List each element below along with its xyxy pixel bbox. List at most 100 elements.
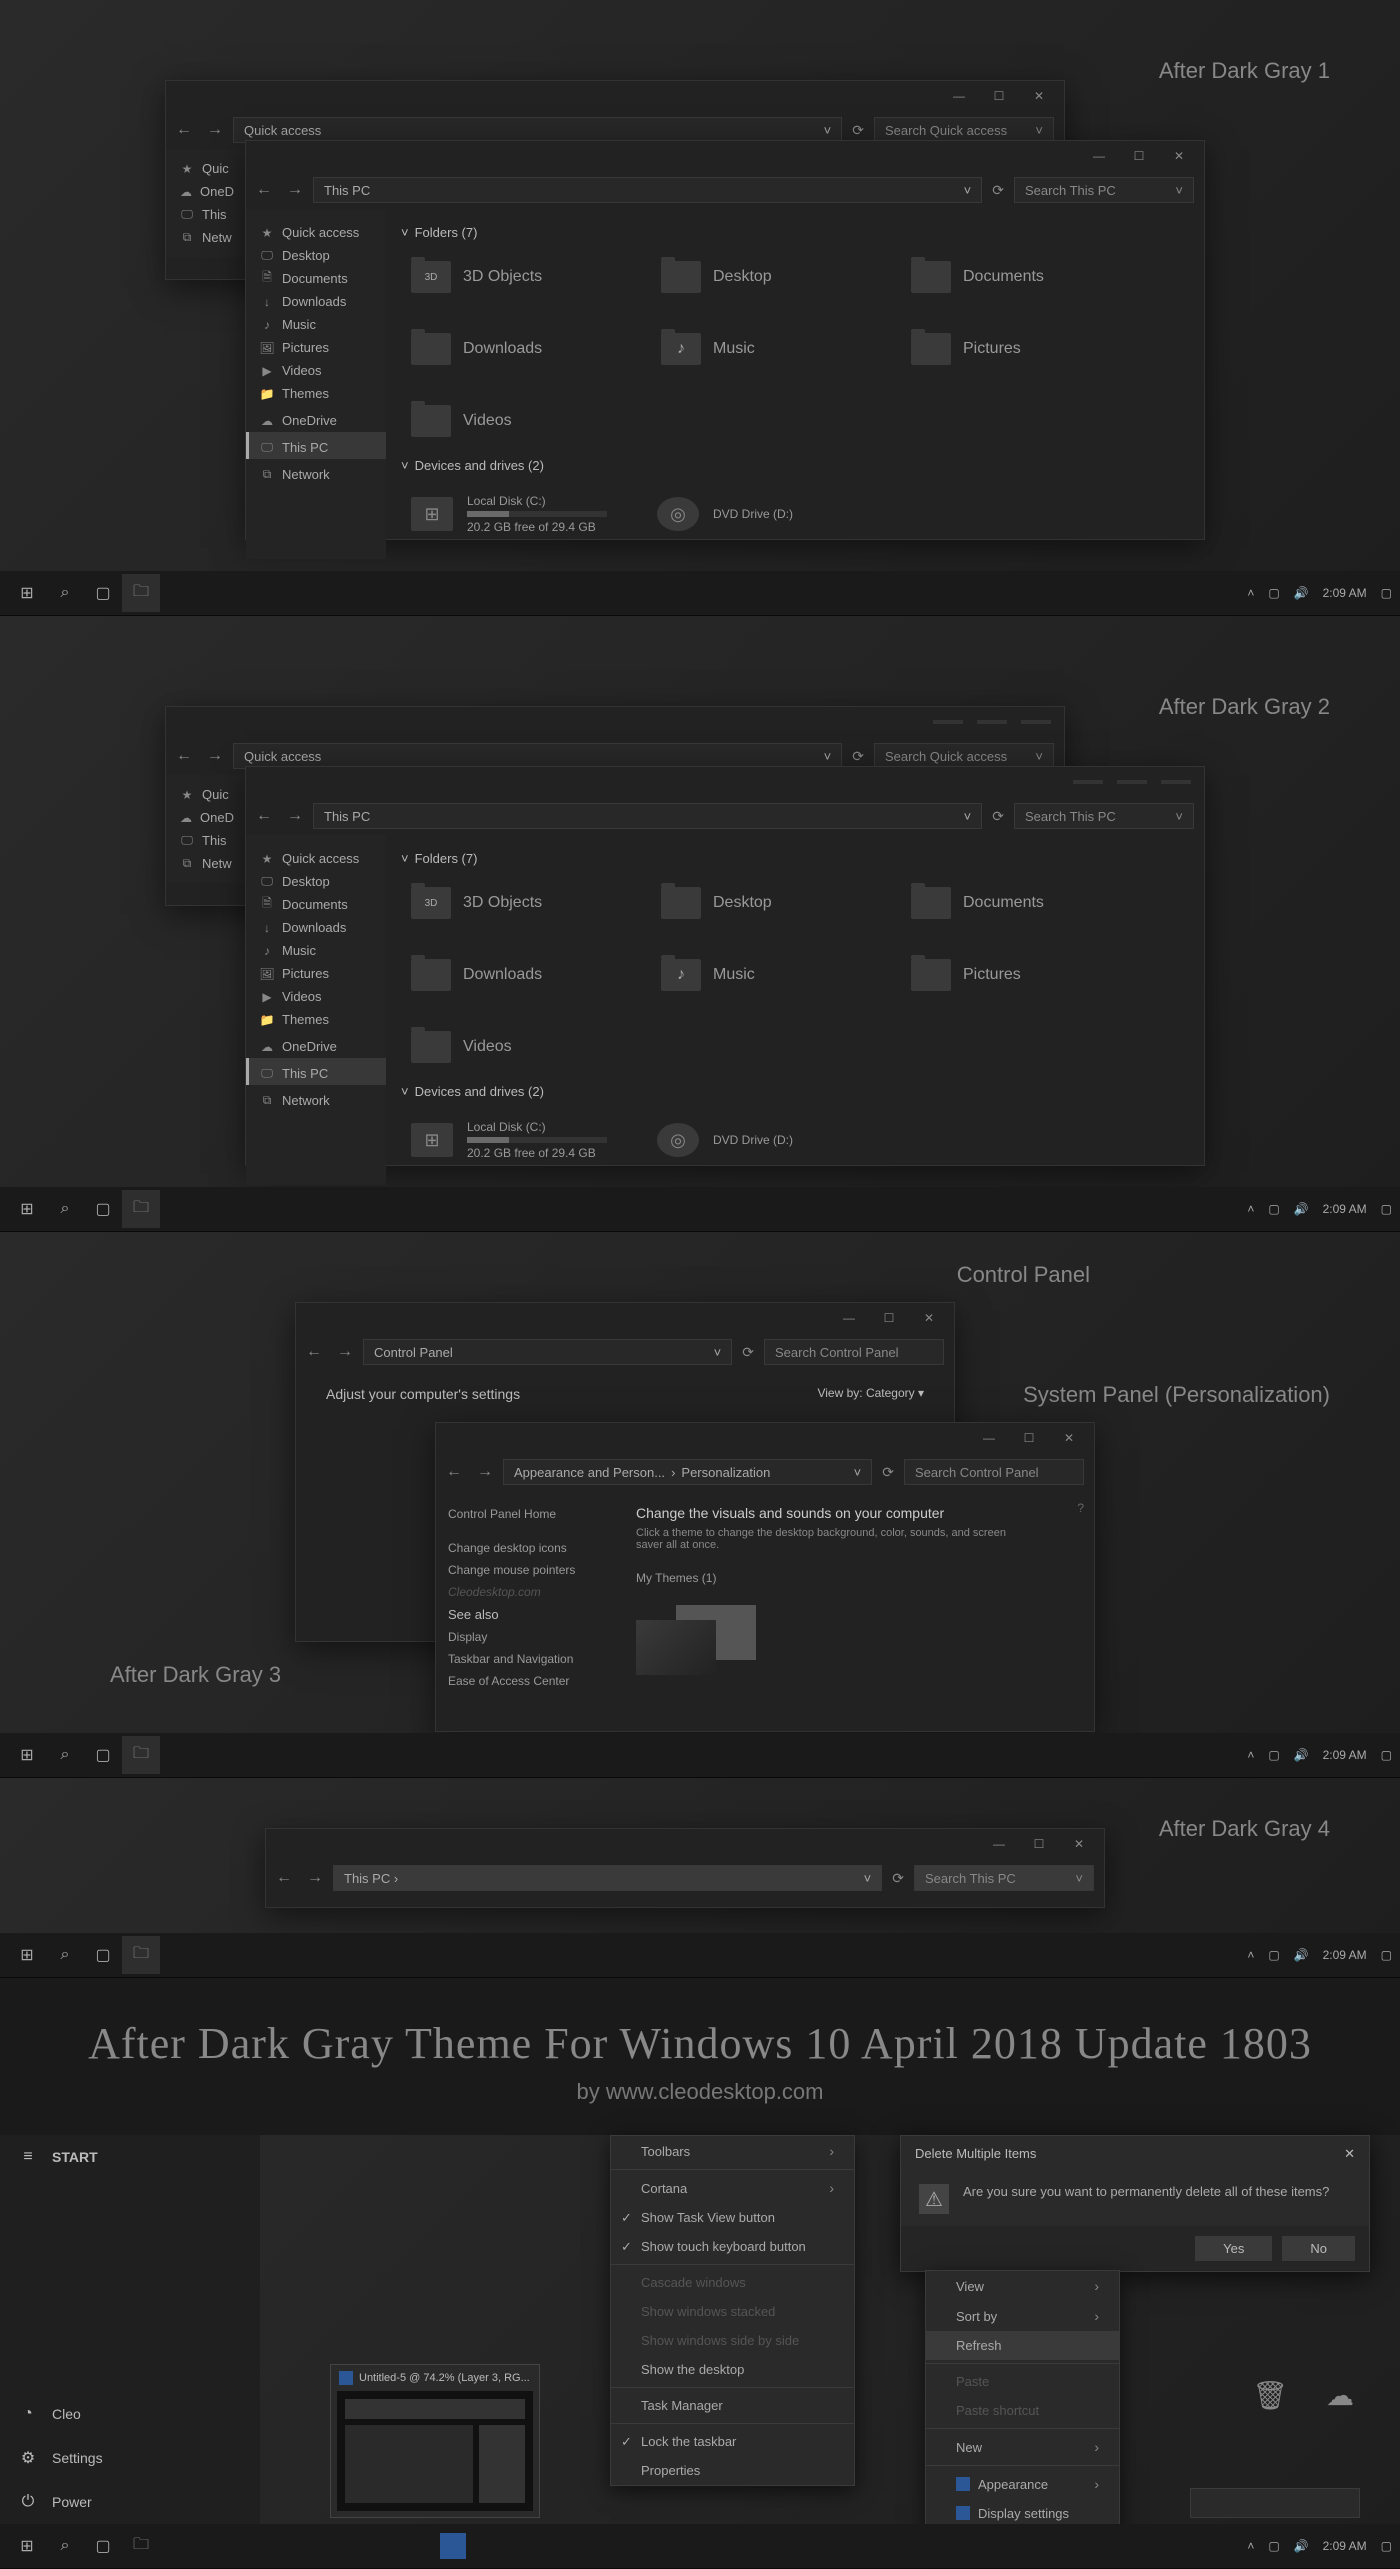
close-icon[interactable]: ✕ <box>1059 1830 1099 1858</box>
ctx-new[interactable]: New <box>926 2432 1119 2462</box>
no-button[interactable]: No <box>1282 2236 1355 2261</box>
drive-dvd[interactable]: ◎ DVD Drive (D:) <box>657 1120 793 1160</box>
sidebar-item-videos[interactable]: ▶Videos <box>246 359 386 382</box>
close-icon[interactable]: ✕ <box>1344 2146 1355 2162</box>
search-input[interactable]: Search This PC˅ <box>1014 177 1194 203</box>
search-input[interactable]: Search Control Panel <box>764 1339 944 1365</box>
search-icon[interactable]: ⌕ <box>46 1936 84 1974</box>
folder-pictures[interactable]: Pictures <box>911 959 1111 991</box>
window-control-flat[interactable] <box>1021 720 1051 724</box>
refresh-icon[interactable]: ⟳ <box>852 122 864 139</box>
explorer-taskbar-icon[interactable]: 🗀 <box>122 1736 160 1774</box>
help-icon[interactable]: ? <box>1067 1491 1094 1704</box>
ctx-appearance[interactable]: Appearance <box>926 2469 1119 2499</box>
close-icon[interactable]: ✕ <box>1019 82 1059 110</box>
search-icon[interactable]: ⌕ <box>46 574 84 612</box>
sidebar-item-documents[interactable]: 🗎Documents <box>246 267 386 290</box>
cp-home-link[interactable]: Control Panel Home <box>448 1503 604 1525</box>
start-user[interactable]: ◔Cleo <box>0 2392 260 2436</box>
sidebar-item-videos[interactable]: ▶Videos <box>246 985 386 1008</box>
refresh-icon[interactable]: ⟳ <box>992 808 1004 825</box>
back-icon[interactable]: ← <box>176 747 192 765</box>
folder-music[interactable]: ♪Music <box>661 959 861 991</box>
display-link[interactable]: Display <box>448 1626 604 1648</box>
sidebar-item-documents[interactable]: 🗎Documents <box>246 893 386 916</box>
ctx-cortana[interactable]: Cortana <box>611 2173 854 2203</box>
sidebar-item-desktop[interactable]: 🖵Desktop <box>246 244 386 267</box>
action-center-icon[interactable]: ▢ <box>1381 586 1392 600</box>
ctx-show-touch[interactable]: Show touch keyboard button <box>611 2232 854 2261</box>
forward-icon[interactable]: → <box>337 1343 353 1361</box>
search-icon[interactable]: ⌕ <box>46 1190 84 1228</box>
ctx-refresh[interactable]: Refresh <box>926 2331 1119 2360</box>
folder-desktop[interactable]: Desktop <box>661 261 861 293</box>
drive-local-disk-c[interactable]: ⊞ Local Disk (C:) 20.2 GB free of 29.4 G… <box>411 1120 607 1160</box>
task-view-icon[interactable]: ▢ <box>84 1736 122 1774</box>
section-header-devices[interactable]: ˅Devices and drives (2) <box>401 452 1189 479</box>
sidebar-item-network[interactable]: ⧉Network <box>246 459 386 486</box>
window-control-flat[interactable] <box>977 720 1007 724</box>
folder-downloads[interactable]: Downloads <box>411 959 611 991</box>
search-input[interactable]: Search This PC˅ <box>1014 803 1194 829</box>
change-icons-link[interactable]: Change desktop icons <box>448 1537 604 1559</box>
back-icon[interactable]: ← <box>256 807 272 825</box>
window-control-flat[interactable] <box>933 720 963 724</box>
window-control-flat[interactable] <box>1117 780 1147 784</box>
yes-button[interactable]: Yes <box>1195 2236 1272 2261</box>
maximize-icon[interactable]: ☐ <box>1119 142 1159 170</box>
sidebar-item-quick-access[interactable]: ★Quick access <box>246 217 386 244</box>
sidebar-item-downloads[interactable]: ↓Downloads <box>246 916 386 939</box>
ctx-show-taskview[interactable]: Show Task View button <box>611 2203 854 2232</box>
folder-3d-objects[interactable]: 3D3D Objects <box>411 261 611 293</box>
sidebar-item-this-pc[interactable]: 🖵This PC <box>246 432 386 459</box>
close-icon[interactable]: ✕ <box>1049 1424 1089 1452</box>
clock[interactable]: 2:09 AM <box>1323 586 1367 600</box>
taskbar-nav-link[interactable]: Taskbar and Navigation <box>448 1648 604 1670</box>
ctx-lock-taskbar[interactable]: Lock the taskbar <box>611 2427 854 2456</box>
sidebar-item-network[interactable]: ⧉Network <box>246 1085 386 1112</box>
drive-dvd[interactable]: ◎ DVD Drive (D:) <box>657 494 793 534</box>
folder-videos[interactable]: Videos <box>411 1031 611 1063</box>
volume-icon[interactable]: 🔊 <box>1294 586 1309 600</box>
ctx-properties[interactable]: Properties <box>611 2456 854 2485</box>
task-view-icon[interactable]: ▢ <box>84 1936 122 1974</box>
maximize-icon[interactable]: ☐ <box>869 1304 909 1332</box>
sidebar-item-onedrive[interactable]: ☁OneDrive <box>246 405 386 432</box>
minimize-icon[interactable]: — <box>979 1830 1019 1858</box>
sidebar-item-music[interactable]: ♪Music <box>246 939 386 962</box>
explorer-taskbar-icon[interactable]: 🗀 <box>122 1190 160 1228</box>
folder-videos[interactable]: Videos <box>411 405 611 437</box>
search-input[interactable]: Search Control Panel <box>904 1459 1084 1485</box>
address-bar[interactable]: Control Panel˅ <box>363 1339 732 1365</box>
minimize-icon[interactable]: — <box>969 1424 1009 1452</box>
refresh-icon[interactable]: ⟳ <box>742 1344 754 1361</box>
taskbar-thumbnail[interactable]: Untitled-5 @ 74.2% (Layer 3, RG... <box>330 2364 540 2518</box>
sidebar-item-this-pc[interactable]: 🖵This PC <box>246 1058 386 1085</box>
minimize-icon[interactable]: — <box>939 82 979 110</box>
start-button[interactable]: ⊞ <box>8 574 46 612</box>
sidebar-item-themes[interactable]: 📁Themes <box>246 382 386 405</box>
forward-icon[interactable]: → <box>287 181 303 199</box>
maximize-icon[interactable]: ☐ <box>1019 1830 1059 1858</box>
back-icon[interactable]: ← <box>306 1343 322 1361</box>
search-icon[interactable]: ⌕ <box>46 2527 84 2565</box>
ctx-toolbars[interactable]: Toolbars <box>611 2136 854 2166</box>
hamburger-icon[interactable]: ≡ <box>18 2147 38 2167</box>
address-bar[interactable]: This PC˅ <box>313 803 982 829</box>
sidebar-item-pictures[interactable]: 🖼Pictures <box>246 336 386 359</box>
sidebar-item-themes[interactable]: 📁Themes <box>246 1008 386 1031</box>
sidebar-item-music[interactable]: ♪Music <box>246 313 386 336</box>
forward-icon[interactable]: → <box>207 121 223 139</box>
photoshop-taskbar-icon[interactable] <box>440 2533 466 2559</box>
theme-thumbnail[interactable] <box>636 1605 756 1675</box>
ctx-view[interactable]: View <box>926 2271 1119 2301</box>
folder-desktop[interactable]: Desktop <box>661 887 861 919</box>
change-pointers-link[interactable]: Change mouse pointers <box>448 1559 604 1581</box>
sidebar-item-desktop[interactable]: 🖵Desktop <box>246 870 386 893</box>
folder-documents[interactable]: Documents <box>911 261 1111 293</box>
folder-pictures[interactable]: Pictures <box>911 333 1111 365</box>
window-control-flat[interactable] <box>1073 780 1103 784</box>
ctx-sort[interactable]: Sort by <box>926 2301 1119 2331</box>
minimize-icon[interactable]: — <box>829 1304 869 1332</box>
start-power[interactable]: ⏻Power <box>0 2480 260 2524</box>
